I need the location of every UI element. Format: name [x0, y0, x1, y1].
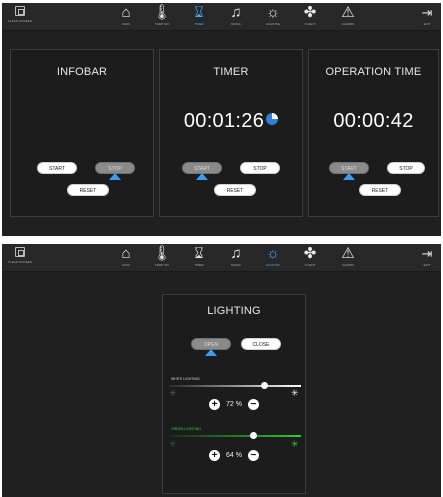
operation-reset-button[interactable]: RESET: [359, 184, 401, 196]
lighting-panel: LIGHTING OPEN CLOSE WHITE LIGHTING ✳ ✳ +…: [162, 294, 306, 494]
music-note-icon: ♫: [230, 245, 242, 262]
white-increase-button[interactable]: +: [209, 399, 221, 410]
white-lighting-control: + 72 % −: [163, 399, 305, 410]
nav-fan-label: X-VENT: [304, 22, 316, 26]
nav-temp-label: TEMP SIX: [155, 22, 169, 26]
timer-panel: TIMER 00:01:26 START STOP RESET: [159, 49, 303, 217]
music-note-icon: ♫: [230, 4, 242, 21]
clean-screen-button[interactable]: CLEAN SCREEN: [6, 6, 34, 23]
timer-display: 00:01:26: [160, 110, 302, 133]
operation-time-title: OPERATION TIME: [325, 66, 422, 78]
timer-title: TIMER: [213, 66, 249, 78]
lighting-close-button[interactable]: CLOSE: [241, 338, 281, 350]
nav-main-label: MAIN: [122, 263, 130, 267]
green-lighting-slider[interactable]: [169, 432, 301, 439]
lighting-title: LIGHTING: [207, 305, 261, 317]
white-lighting-slider[interactable]: [169, 382, 301, 389]
exit-label: EXIT: [423, 22, 431, 26]
clean-screen-label: CLEAN SCREEN: [7, 19, 33, 23]
white-decrease-button[interactable]: −: [247, 399, 259, 410]
nav-fan[interactable]: ✤ X-VENT: [296, 244, 324, 272]
timer-screen: CLEAN SCREEN ⌂ MAIN 🌡︎ TEMP SIX ⌛︎ TIMER…: [2, 3, 441, 236]
top-navigation-bar: CLEAN SCREEN ⌂ MAIN 🌡︎ TEMP SIX ⌛︎ TIMER…: [2, 3, 441, 31]
infobar-start-button[interactable]: START: [37, 162, 77, 174]
infobar-title: INFOBAR: [56, 66, 108, 78]
timer-time: 00:01:26: [183, 110, 265, 132]
white-lighting-percent: 72 %: [226, 401, 242, 408]
nav-temp[interactable]: 🌡︎ TEMP SIX: [148, 244, 176, 272]
green-lighting-label: GREEN LIGHTING: [171, 427, 201, 431]
white-lighting-slider-handle[interactable]: [260, 382, 268, 389]
nav-music[interactable]: ♫ MUSIC: [222, 3, 250, 31]
hourglass-icon: ⌛︎: [194, 4, 204, 21]
nav-temp-label: TEMP SIX: [155, 263, 169, 267]
exit-button[interactable]: ⇥ EXIT: [417, 244, 437, 272]
nav-music[interactable]: ♫ MUSIC: [222, 244, 250, 272]
nav-timer[interactable]: ⌛︎ TIMER: [185, 3, 213, 31]
green-increase-button[interactable]: +: [209, 450, 221, 461]
timer-progress-pie-icon: [266, 113, 279, 125]
exit-label: EXIT: [423, 263, 431, 267]
green-lighting-control: + 64 % −: [163, 450, 305, 461]
exit-button[interactable]: ⇥ EXIT: [417, 3, 437, 31]
clean-screen-icon: [15, 6, 25, 16]
home-icon: ⌂: [121, 245, 131, 262]
clean-screen-icon: [15, 247, 25, 257]
green-lighting-slider-handle[interactable]: [249, 432, 257, 439]
fan-icon: ✤: [303, 245, 317, 262]
nav-main[interactable]: ⌂ MAIN: [112, 3, 140, 31]
nav-main-label: MAIN: [122, 22, 130, 26]
nav-lighting-label: LIGHTING: [265, 263, 281, 267]
clean-screen-label: CLEAN SCREEN: [7, 260, 33, 264]
lighting-screen: CLEAN SCREEN ⌂ MAIN 🌡︎ TEMP SIX ⌛︎ TIMER…: [2, 244, 441, 497]
lighting-selected-indicator: [205, 349, 217, 356]
exit-door-icon: ⇥: [421, 246, 433, 261]
timer-reset-button[interactable]: RESET: [214, 184, 256, 196]
green-lighting-percent: 64 %: [226, 452, 242, 459]
nav-alarms-label: ALARMS: [341, 22, 355, 26]
operation-stop-button[interactable]: STOP: [387, 162, 425, 174]
nav-lighting[interactable]: ☼ LIGHTING: [259, 244, 287, 272]
light-bulb-icon: ☼: [266, 245, 280, 262]
nav-lighting[interactable]: ☼ LIGHTING: [259, 3, 287, 31]
operation-selected-indicator: [343, 173, 355, 180]
green-dim-sun-icon: ✳: [169, 439, 177, 449]
nav-fan-label: X-VENT: [304, 263, 316, 267]
infobar-selected-indicator: [109, 173, 121, 180]
operation-time-display: 00:00:42: [333, 110, 414, 132]
thermometer-icon: 🌡︎: [152, 245, 172, 262]
nav-timer-label: TIMER: [194, 22, 204, 26]
infobar-panel: INFOBAR START STOP RESET: [10, 49, 154, 217]
timer-stop-button[interactable]: STOP: [240, 162, 280, 174]
timer-selected-indicator: [196, 173, 208, 180]
infobar-reset-button[interactable]: RESET: [67, 184, 109, 196]
warning-triangle-icon: ⚠︎: [341, 245, 355, 262]
top-navigation-bar: CLEAN SCREEN ⌂ MAIN 🌡︎ TEMP SIX ⌛︎ TIMER…: [2, 244, 441, 272]
nav-timer-label: TIMER: [194, 263, 204, 267]
nav-fan[interactable]: ✤ X-VENT: [296, 3, 324, 31]
white-lighting-label: WHITE LIGHTING: [171, 377, 200, 381]
hourglass-icon: ⌛︎: [194, 245, 204, 262]
operation-time-panel: OPERATION TIME 00:00:42 START STOP RESET: [308, 49, 439, 217]
nav-alarms[interactable]: ⚠︎ ALARMS: [334, 3, 362, 31]
nav-music-label: MUSIC: [231, 22, 241, 26]
nav-timer[interactable]: ⌛︎ TIMER: [185, 244, 213, 272]
light-bulb-icon: ☼: [266, 4, 280, 21]
nav-alarms[interactable]: ⚠︎ ALARMS: [334, 244, 362, 272]
nav-music-label: MUSIC: [231, 263, 241, 267]
nav-alarms-label: ALARMS: [341, 263, 355, 267]
white-dim-sun-icon: ✳: [169, 388, 177, 398]
exit-door-icon: ⇥: [421, 5, 433, 20]
nav-lighting-label: LIGHTING: [265, 22, 281, 26]
warning-triangle-icon: ⚠︎: [341, 4, 355, 21]
nav-main[interactable]: ⌂ MAIN: [112, 244, 140, 272]
nav-temp[interactable]: 🌡︎ TEMP SIX: [148, 3, 176, 31]
fan-icon: ✤: [303, 4, 317, 21]
home-icon: ⌂: [121, 4, 131, 21]
clean-screen-button[interactable]: CLEAN SCREEN: [6, 247, 34, 264]
green-decrease-button[interactable]: −: [247, 450, 259, 461]
green-bright-sun-icon: ✳: [291, 439, 299, 449]
white-bright-sun-icon: ✳: [291, 388, 299, 398]
thermometer-icon: 🌡︎: [152, 4, 172, 21]
